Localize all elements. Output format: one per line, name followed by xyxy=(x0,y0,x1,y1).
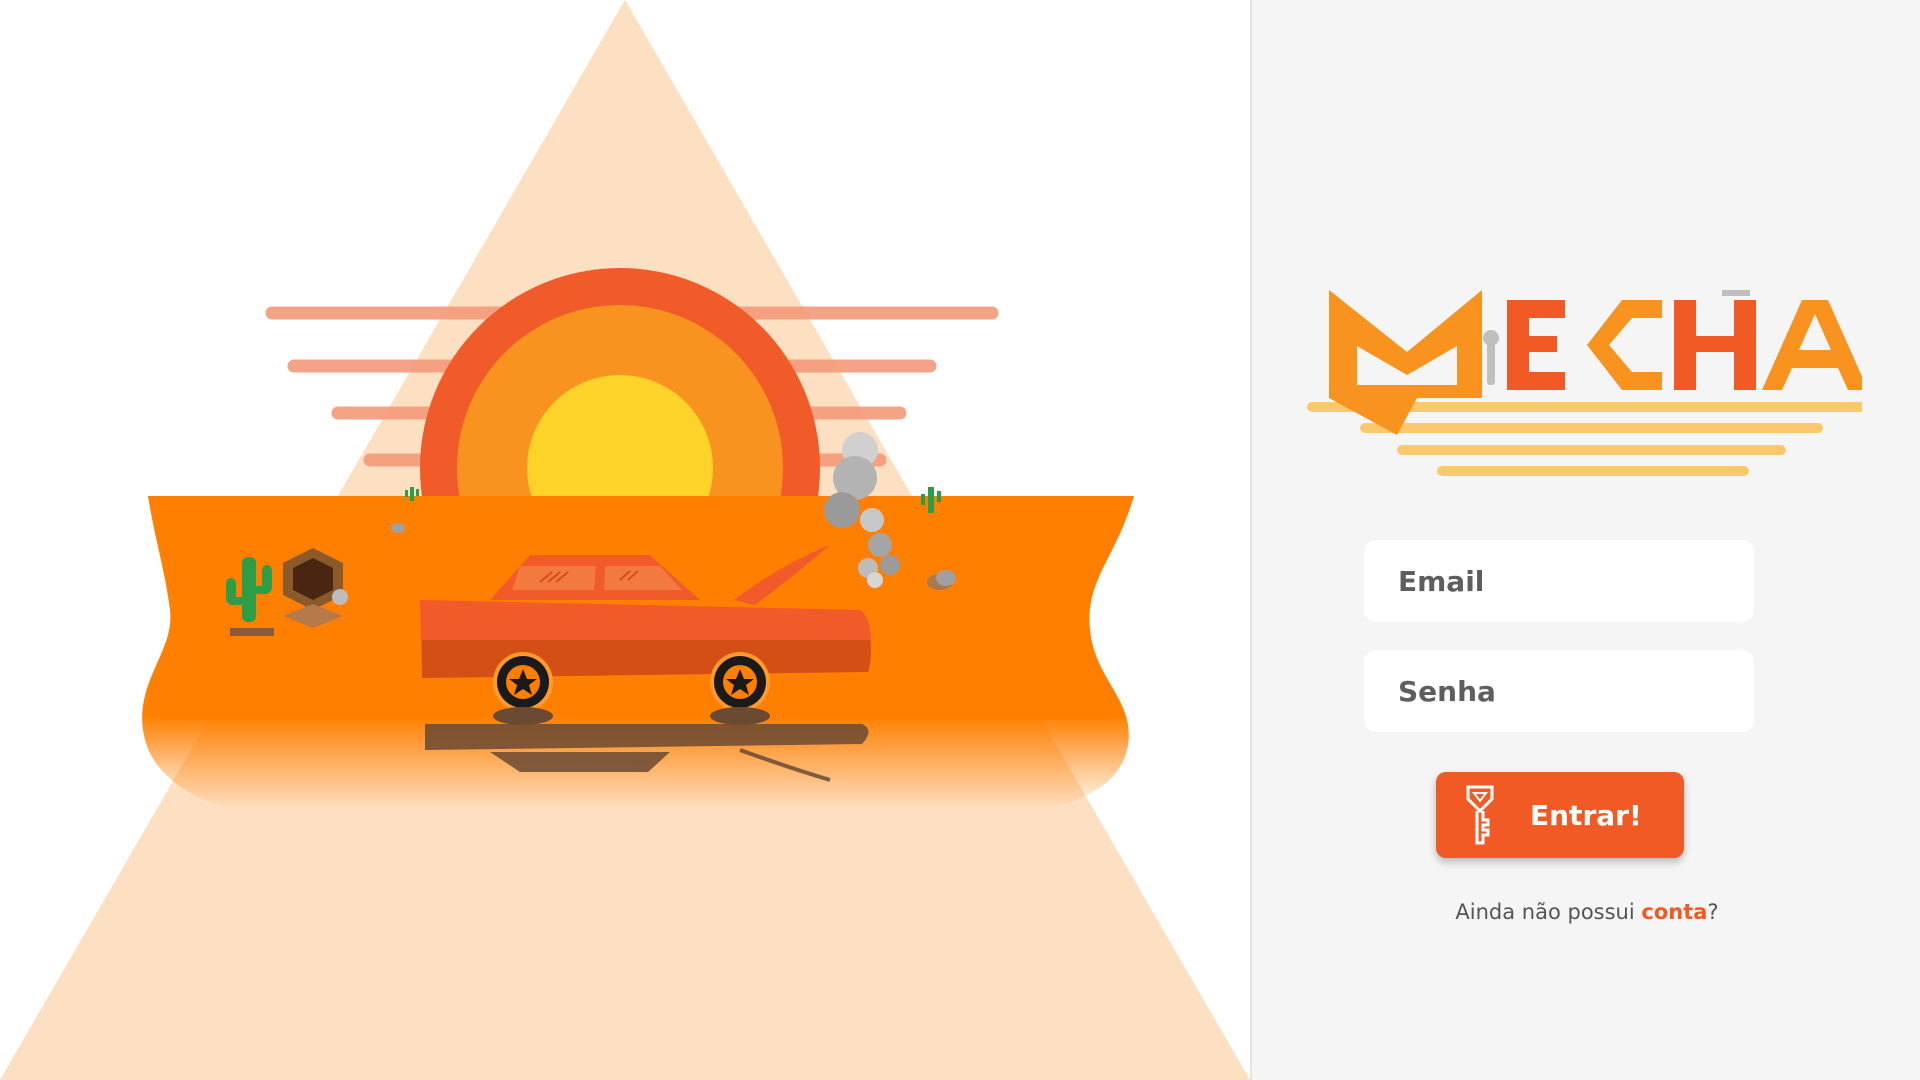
desert-scene-illustration xyxy=(0,0,1250,1080)
wrench-icon xyxy=(1483,330,1499,385)
logo-letter-c xyxy=(1587,300,1662,390)
signup-link[interactable]: conta xyxy=(1641,900,1707,924)
password-input[interactable] xyxy=(1396,673,1722,709)
key-icon xyxy=(1466,785,1494,845)
wheel-icon xyxy=(710,652,770,725)
logo-letter-a xyxy=(1762,300,1862,390)
logo-letter-h xyxy=(1674,290,1756,390)
logo-letter-e xyxy=(1507,300,1565,390)
logo-letter-m xyxy=(1329,290,1482,435)
password-field[interactable] xyxy=(1364,650,1754,732)
email-input[interactable] xyxy=(1396,563,1722,599)
login-button[interactable]: Entrar! xyxy=(1436,772,1684,858)
signup-prefix-text: Ainda não possui xyxy=(1455,900,1642,924)
signup-prompt: Ainda não possui conta? xyxy=(1252,900,1920,924)
wheel-icon xyxy=(493,652,553,725)
email-field[interactable] xyxy=(1364,540,1754,622)
hero-illustration xyxy=(0,0,1250,1080)
login-panel: Entrar! Ainda não possui conta? xyxy=(1250,0,1920,1080)
login-button-label: Entrar! xyxy=(1530,798,1642,832)
signup-suffix-text: ? xyxy=(1707,900,1719,924)
mecha-logo xyxy=(1307,290,1862,476)
